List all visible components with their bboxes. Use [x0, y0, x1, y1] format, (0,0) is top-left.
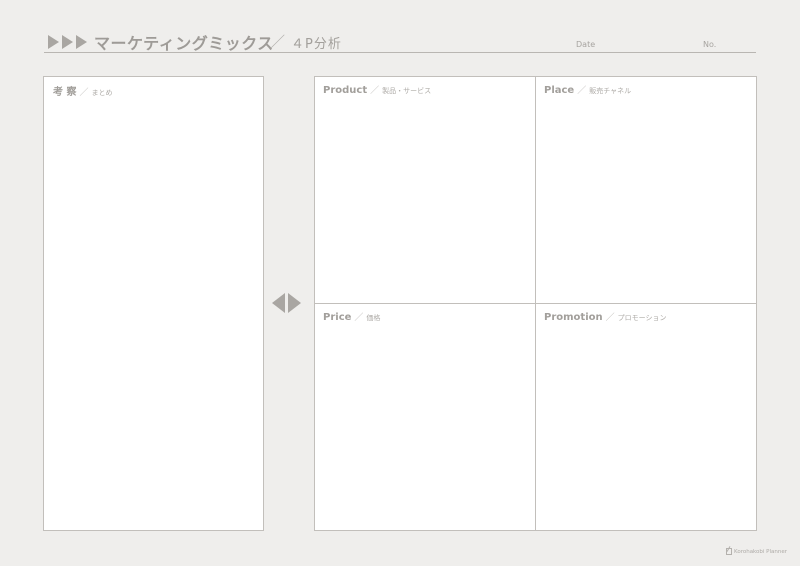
title-arrows — [48, 35, 87, 49]
consideration-box[interactable]: 考 察 ／ まとめ — [43, 76, 264, 531]
place-title: Place — [544, 85, 575, 96]
price-subtitle: 価格 — [366, 314, 381, 322]
footer-brand: Korohakobi Planner — [726, 548, 787, 555]
number-label: No. — [703, 40, 717, 49]
consideration-title: 考 察 — [53, 87, 77, 98]
triangle-left-icon — [272, 293, 285, 313]
promotion-title: Promotion — [544, 312, 603, 323]
place-subtitle: 販売チャネル — [589, 87, 632, 95]
product-title: Product — [323, 85, 368, 96]
notepad-pen-icon — [726, 548, 732, 555]
page-title: マーケティングミックス — [94, 34, 274, 53]
page-header: マーケティングミックス ／ ４P分析 Date No. — [44, 30, 756, 53]
place-quadrant-label: Place ／ 販売チャネル — [544, 83, 631, 96]
promotion-quadrant-label: Promotion ／ プロモーション — [544, 310, 667, 323]
label-separator: ／ — [354, 313, 364, 323]
consideration-subtitle: まとめ — [91, 89, 113, 97]
product-quadrant-label: Product ／ 製品・サービス — [323, 83, 431, 96]
brand-name: Korohakobi Planner — [734, 548, 788, 555]
product-subtitle: 製品・サービス — [382, 87, 432, 95]
page-subtitle: ４P分析 — [291, 37, 342, 52]
price-quadrant-label: Price ／ 価格 — [323, 310, 380, 323]
label-separator: ／ — [370, 86, 380, 96]
label-separator: ／ — [605, 313, 615, 323]
title-separator: ／ — [270, 33, 286, 51]
promotion-subtitle: プロモーション — [617, 314, 667, 322]
triangle-right-icon — [62, 35, 73, 49]
grid-divider-horizontal — [315, 303, 756, 304]
label-separator: ／ — [577, 86, 587, 96]
triangle-right-icon — [48, 35, 59, 49]
price-title: Price — [323, 312, 352, 323]
label-separator: ／ — [79, 88, 89, 98]
triangle-right-icon — [76, 35, 87, 49]
consideration-label: 考 察 ／ まとめ — [53, 83, 113, 98]
triangle-right-icon — [288, 293, 301, 313]
date-label: Date — [576, 40, 596, 49]
bidirectional-arrows — [272, 293, 301, 313]
four-p-grid: Product ／ 製品・サービス Place ／ 販売チャネル Price ／… — [314, 76, 757, 531]
